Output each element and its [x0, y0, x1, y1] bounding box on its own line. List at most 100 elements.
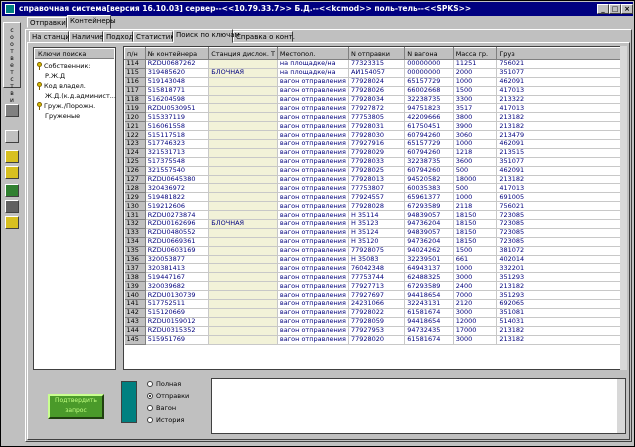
grid-scrollbar[interactable]	[620, 46, 627, 370]
table-cell: 723085	[496, 228, 626, 238]
tree-owner-code[interactable]: Код владел.	[37, 82, 86, 90]
table-cell: 3300	[453, 95, 498, 105]
table-cell: 77323315	[348, 59, 406, 69]
radio-history[interactable]: История	[147, 416, 184, 424]
correspondence-button[interactable]: соответствие	[3, 22, 21, 111]
table-cell: 142	[124, 308, 146, 318]
tab-at-station[interactable]: На станции	[29, 31, 74, 42]
details-scrollbar[interactable]	[617, 379, 625, 433]
column-header[interactable]: Местопол.	[276, 47, 349, 60]
tab-approach[interactable]: Подход	[103, 31, 134, 42]
table-row[interactable]: 133 RZDU0480552 вагон отправления Н 35124 94…	[124, 228, 626, 238]
table-row[interactable]: 122 515117518 вагон отправления 77928030 607…	[124, 130, 626, 141]
table-cell	[208, 281, 278, 292]
table-cell	[208, 237, 278, 247]
tree-owner[interactable]: Собственник:	[37, 62, 91, 70]
print-icon[interactable]	[5, 200, 19, 213]
app-icon	[5, 4, 15, 14]
table-row[interactable]: 134 RZDU0669361 вагон отправления Н 35120 94…	[124, 237, 626, 247]
table-cell	[208, 121, 278, 132]
column-header[interactable]: № контейнера	[144, 47, 210, 60]
table-row[interactable]: 132 RZDU0162696 БЛОЧНАЯ вагон отправления Н …	[124, 219, 626, 229]
book-icon[interactable]	[5, 184, 19, 197]
table-row[interactable]: 130 519212606 вагон отправления 77928028 672…	[124, 201, 626, 212]
table-row[interactable]: 119 RZDU0530951 вагон отправления 77927872 9…	[124, 103, 626, 114]
table-cell: 62488325	[404, 272, 454, 283]
table-cell: вагон отправления	[277, 263, 349, 274]
table-row[interactable]: 117 515818771 вагон отправления 77928026 660…	[124, 86, 626, 96]
submit-query-button[interactable]: Подтвердить запрос	[48, 394, 104, 419]
table-cell: 77928020	[348, 335, 406, 345]
table-cell: 77928030	[348, 130, 406, 141]
table-row[interactable]: 138 519447167 вагон отправления 77753744 624…	[124, 272, 626, 283]
table-row[interactable]: 120 515337119 вагон отправления 77753805 422…	[124, 112, 626, 123]
table-row[interactable]: 127 RZDU0645380 вагон отправления 77928013 9…	[124, 175, 626, 185]
column-header[interactable]: п/н	[124, 47, 146, 60]
tree-loaded-value[interactable]: Груженые	[45, 112, 80, 120]
table-cell: 123	[124, 139, 146, 149]
tree-loaded[interactable]: Груж./Порожн.	[37, 102, 95, 110]
table-row[interactable]: 136 320053877 вагон отправления Н 35083 3223…	[124, 255, 626, 265]
table-cell: 67293589	[404, 201, 454, 212]
table-row[interactable]: 131 RZDU0273874 вагон отправления Н 35114 94…	[124, 210, 626, 221]
table-cell: 77928034	[348, 95, 406, 105]
key-tool-icon[interactable]	[5, 216, 19, 229]
tab-containers[interactable]: Контейнеры	[67, 15, 116, 29]
tab-container-info[interactable]: Справка о конт.	[233, 31, 295, 42]
edit-icon[interactable]	[5, 150, 19, 163]
table-row[interactable]: 123 517746323 вагон отправления 77927916 651…	[124, 139, 626, 149]
table-cell: 77928024	[348, 77, 406, 87]
tab-key-search[interactable]: Поиск по ключам	[173, 29, 240, 43]
table-cell: 60794260	[404, 166, 454, 176]
table-row[interactable]: 129 519481822 вагон отправления 77924557 659…	[124, 192, 626, 203]
table-row[interactable]: 128 320436972 вагон отправления 77753807 600…	[124, 183, 626, 194]
table-cell: 77928022	[348, 308, 406, 318]
table-cell: 133	[124, 228, 146, 238]
table-row[interactable]: 144 RZDU0315352 вагон отправления 77927953 9…	[124, 326, 626, 336]
maximize-button[interactable]: □	[609, 4, 621, 14]
table-row[interactable]: 126 321557540 вагон отправления 77928025 607…	[124, 166, 626, 176]
radio-wagon[interactable]: Вагон	[147, 404, 176, 412]
table-row[interactable]: 137 320381413 вагон отправления 76042348 649…	[124, 263, 626, 274]
table-row[interactable]: 115 319485620 БЛОЧНАЯ на площадке/на АИ15405…	[124, 68, 626, 78]
close-button[interactable]: ×	[621, 4, 633, 14]
tab-availability[interactable]: Наличие	[69, 31, 104, 42]
table-row[interactable]: 125 517375548 вагон отправления 77928033 322…	[124, 157, 626, 167]
table-row[interactable]: 139 320039682 вагон отправления 77927713 672…	[124, 281, 626, 292]
table-row[interactable]: 143 RZDU0159012 вагон отправления 77928059 9…	[124, 317, 626, 327]
column-header[interactable]: Станция дислок. Т	[208, 47, 278, 60]
table-row[interactable]: 124 321531713 вагон отправления 77928029 607…	[124, 148, 626, 158]
table-cell: вагон отправления	[277, 121, 349, 132]
table-cell: 515337119	[145, 112, 210, 123]
table-cell: 60794260	[404, 130, 454, 141]
minimize-button[interactable]: _	[597, 4, 609, 14]
document-icon[interactable]	[121, 381, 137, 423]
table-row[interactable]: 140 RZDU0130739 вагон отправления 77927697 9…	[124, 290, 626, 301]
tree-owner-value[interactable]: Р.Ж.Д	[45, 72, 65, 80]
table-row[interactable]: 121 516061558 вагон отправления 77928031 617…	[124, 121, 626, 132]
table-cell: 77928029	[348, 148, 406, 158]
table-row[interactable]: 114 RZDU0687262 на площадке/на 77323315 0000…	[124, 59, 626, 69]
tab-statistics[interactable]: Статистика	[133, 31, 179, 42]
table-row[interactable]: 142 515120669 вагон отправления 77928022 615…	[124, 308, 626, 318]
table-row[interactable]: 145 515951769 вагон отправления 77928020 615…	[124, 335, 626, 345]
table-row[interactable]: 141 517752511 вагон отправления 24231066 322…	[124, 299, 626, 309]
cabinet-icon[interactable]	[5, 104, 19, 117]
list-icon[interactable]	[5, 130, 19, 143]
column-header[interactable]: Масса гр.	[452, 47, 498, 60]
pencil-icon[interactable]	[5, 166, 19, 179]
details-text-area[interactable]	[211, 378, 626, 434]
table-row[interactable]: 135 RZDU0603169 вагон отправления 77928075 9…	[124, 246, 626, 256]
table-cell: 320053877	[145, 255, 210, 265]
table-cell: 1000	[453, 139, 498, 149]
column-header[interactable]: Груз	[496, 47, 626, 60]
table-row[interactable]: 116 519143048 вагон отправления 77928024 651…	[124, 77, 626, 87]
table-cell: 94732435	[404, 326, 454, 336]
radio-full[interactable]: Полная	[147, 380, 181, 388]
tab-shipments[interactable]: Отправки	[27, 17, 67, 28]
radio-shipments[interactable]: Отправки	[147, 392, 189, 400]
column-header[interactable]: N отправки	[347, 47, 406, 60]
table-row[interactable]: 118 516204598 вагон отправления 77928034 322…	[124, 95, 626, 105]
tree-owner-code-value[interactable]: Ж.Д.(к.д.админист...	[45, 92, 116, 100]
column-header[interactable]: N вагона	[404, 47, 454, 60]
